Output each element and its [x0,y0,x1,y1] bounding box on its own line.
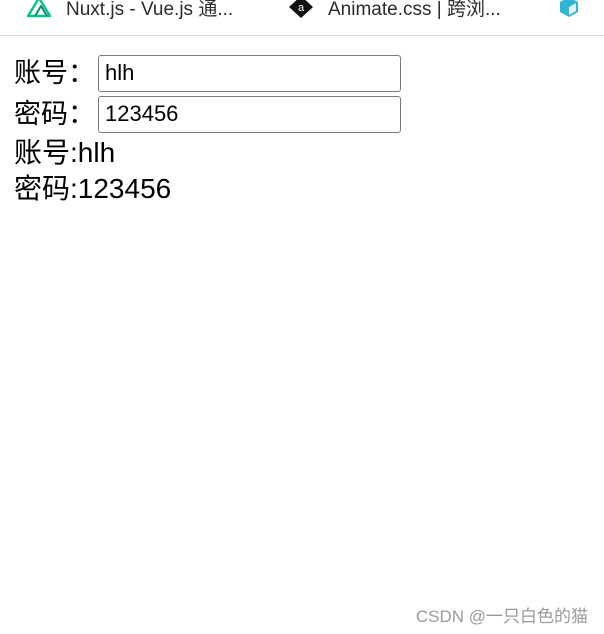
svg-text:a: a [298,2,305,14]
account-label: 账号： [14,58,95,88]
password-echo-text: 密码:123456 [14,173,172,204]
animate-logo-icon: a [288,0,314,20]
account-input[interactable] [98,54,401,92]
bookmark-animate[interactable]: a Animate.css | 跨浏... [288,0,501,22]
account-echo-text: 账号:hlh [14,137,116,168]
bookmark-label: Nuxt.js - Vue.js 通... [66,0,234,20]
csdn-watermark: CSDN @一只白色的猫 [415,607,588,626]
account-row: 账号： [14,54,401,92]
cube-icon [556,0,582,20]
bookmark-third[interactable] [556,0,596,22]
password-label: 密码： [14,99,95,129]
password-input[interactable] [98,95,401,133]
bookmarks-bar: Nuxt.js - Vue.js 通... a Animate.css | 跨浏… [0,0,604,36]
nuxt-logo-icon [26,0,52,20]
bookmark-nuxt[interactable]: Nuxt.js - Vue.js 通... [26,0,233,22]
bookmark-label: Animate.css | 跨浏... [328,0,501,20]
password-row: 密码： [14,95,401,133]
